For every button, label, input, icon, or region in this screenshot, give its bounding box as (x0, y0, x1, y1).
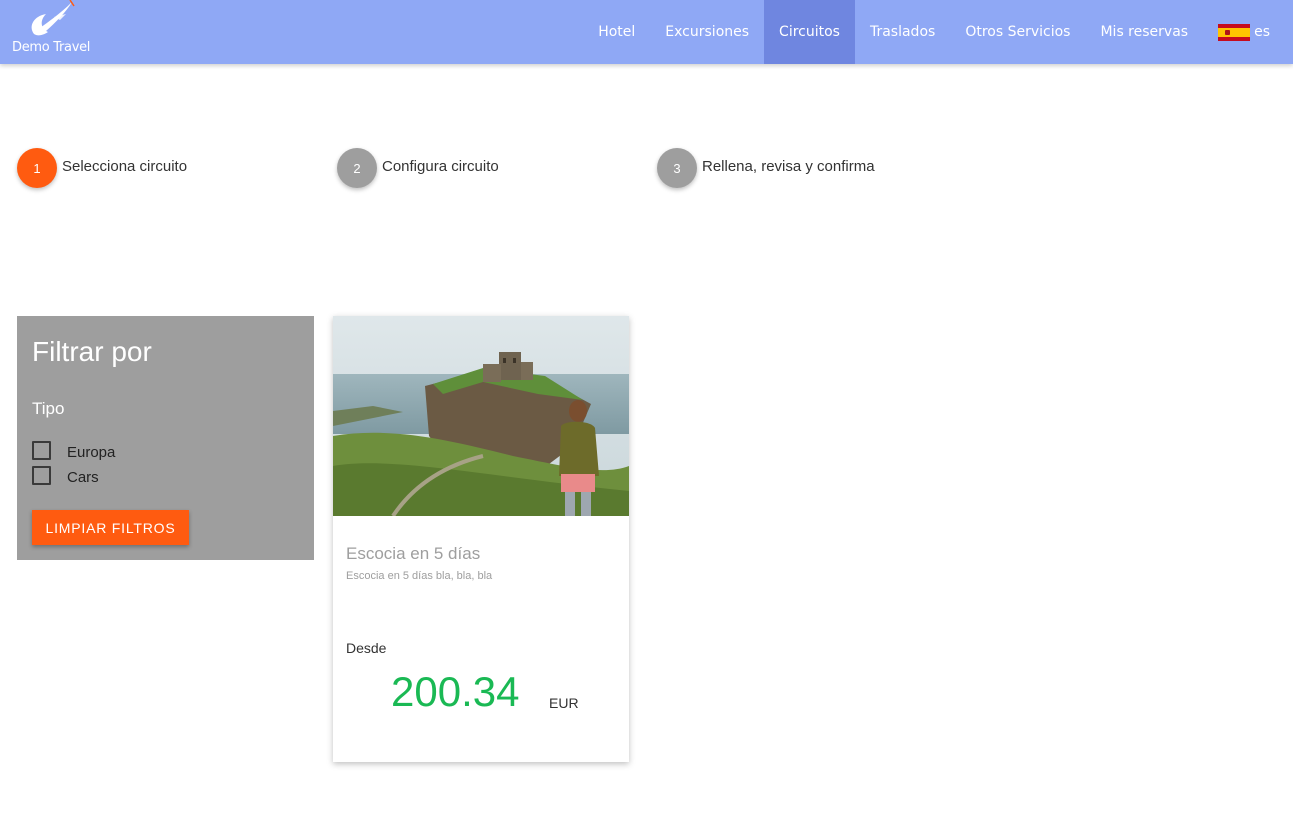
nav-item-hotel[interactable]: Hotel (583, 0, 650, 64)
plane-logo-icon (31, 0, 75, 36)
nav-item-otros-servicios[interactable]: Otros Servicios (950, 0, 1085, 64)
top-navbar: Demo Travel Hotel Excursiones Circuitos … (0, 0, 1293, 64)
step-number-badge: 3 (657, 148, 697, 188)
circuit-title[interactable]: Escocia en 5 días (346, 544, 480, 564)
nav-item-mis-reservas[interactable]: Mis reservas (1085, 0, 1203, 64)
filter-option-label: Cars (67, 469, 99, 486)
checkbox[interactable] (32, 466, 51, 485)
nav-item-excursiones[interactable]: Excursiones (650, 0, 764, 64)
circuit-price: 200.34 (391, 668, 520, 715)
brand-logo[interactable]: Demo Travel (10, 0, 94, 60)
filter-option-cars[interactable]: Cars (32, 465, 99, 486)
nav-item-traslados[interactable]: Traslados (855, 0, 950, 64)
step-number-badge: 2 (337, 148, 377, 188)
nav-item-circuitos[interactable]: Circuitos (764, 0, 855, 64)
castle-cliff-photo (333, 316, 629, 516)
language-selector[interactable]: es (1203, 0, 1285, 64)
filter-panel: Filtrar por Tipo Europa Cars Limpiar fil… (17, 316, 314, 560)
circuit-card[interactable]: Escocia en 5 días Escocia en 5 días bla,… (333, 316, 629, 762)
step-1: 1 Selecciona circuito (17, 148, 187, 188)
filter-section-title: Tipo (32, 399, 65, 418)
filter-option-label: Europa (67, 444, 116, 461)
step-label: Configura circuito (382, 158, 499, 175)
checkbox[interactable] (32, 441, 51, 460)
circuit-description: Escocia en 5 días bla, bla, bla (346, 570, 493, 582)
language-code: es (1254, 24, 1270, 40)
main-nav: Hotel Excursiones Circuitos Traslados Ot… (583, 0, 1285, 64)
filter-option-europa[interactable]: Europa (32, 440, 115, 461)
step-label: Selecciona circuito (62, 158, 188, 175)
step-number-badge: 1 (17, 148, 57, 188)
step-label: Rellena, revisa y confirma (702, 158, 875, 175)
step-2: 2 Configura circuito (337, 148, 499, 188)
price-from-label: Desde (346, 640, 387, 656)
price-currency: EUR (549, 695, 579, 711)
circuit-photo[interactable] (333, 316, 629, 516)
filter-title: Filtrar por (32, 336, 152, 367)
brand-name: Demo Travel (12, 40, 91, 55)
step-3: 3 Rellena, revisa y confirma (657, 148, 875, 188)
spain-flag-icon (1218, 23, 1251, 41)
clear-filters-button[interactable]: Limpiar filtros (32, 510, 189, 545)
